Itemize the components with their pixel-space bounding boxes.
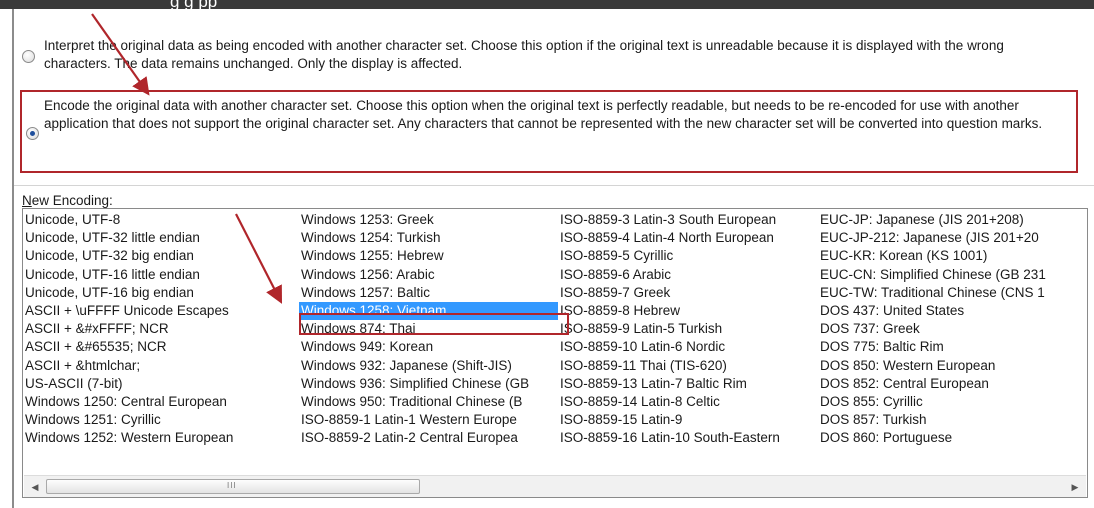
scroll-right-icon[interactable]: ▶: [1068, 480, 1082, 494]
encoding-option[interactable]: DOS 775: Baltic Rim: [818, 338, 1087, 356]
encoding-option[interactable]: DOS 850: Western European: [818, 357, 1087, 375]
encoding-option[interactable]: Unicode, UTF-32 little endian: [23, 229, 299, 247]
encoding-column-4: EUC-JP: Japanese (JIS 201+208) EUC-JP-212…: [818, 211, 1087, 447]
encoding-option[interactable]: ISO-8859-15 Latin-9: [558, 411, 818, 429]
encoding-option[interactable]: Windows 874: Thai: [299, 320, 558, 338]
encode-radio[interactable]: [26, 127, 39, 140]
interpret-radio[interactable]: [22, 50, 35, 63]
window-title: g g pp: [170, 0, 217, 9]
encoding-dialog: Interpret the original data as being enc…: [12, 9, 1094, 508]
encoding-option[interactable]: ISO-8859-3 Latin-3 South European: [558, 211, 818, 229]
encoding-option[interactable]: EUC-TW: Traditional Chinese (CNS 1: [818, 284, 1087, 302]
encoding-option[interactable]: ISO-8859-7 Greek: [558, 284, 818, 302]
new-encoding-label: New Encoding:: [22, 193, 113, 208]
encoding-option[interactable]: ISO-8859-11 Thai (TIS-620): [558, 357, 818, 375]
encode-option-label[interactable]: Encode the original data with another ch…: [44, 97, 1080, 133]
encoding-option[interactable]: DOS 855: Cyrillic: [818, 393, 1087, 411]
encoding-option[interactable]: ASCII + \uFFFF Unicode Escapes: [23, 302, 299, 320]
new-encoding-label-text: ew Encoding:: [31, 193, 113, 208]
encoding-option[interactable]: ISO-8859-1 Latin-1 Western Europe: [299, 411, 558, 429]
encoding-column-3: ISO-8859-3 Latin-3 South European ISO-885…: [558, 211, 818, 447]
encoding-column-2: Windows 1253: Greek Windows 1254: Turkish…: [299, 211, 558, 447]
encoding-option[interactable]: DOS 737: Greek: [818, 320, 1087, 338]
encoding-option[interactable]: DOS 860: Portuguese: [818, 429, 1087, 447]
scrollbar-grip-icon: III: [227, 481, 237, 490]
encoding-option[interactable]: DOS 852: Central European: [818, 375, 1087, 393]
encoding-option[interactable]: ISO-8859-2 Latin-2 Central Europea: [299, 429, 558, 447]
encoding-option[interactable]: Windows 936: Simplified Chinese (GB: [299, 375, 558, 393]
encoding-option[interactable]: Unicode, UTF-32 big endian: [23, 247, 299, 265]
interpret-option[interactable]: Interpret the original data as being enc…: [22, 35, 1088, 75]
encoding-option[interactable]: ASCII + &htmlchar;: [23, 357, 299, 375]
encoding-option[interactable]: ISO-8859-5 Cyrillic: [558, 247, 818, 265]
encoding-option[interactable]: Windows 950: Traditional Chinese (B: [299, 393, 558, 411]
encoding-option[interactable]: DOS 437: United States: [818, 302, 1087, 320]
encoding-option[interactable]: Windows 932: Japanese (Shift-JIS): [299, 357, 558, 375]
encoding-option[interactable]: Windows 1258: Vietnam: [299, 301, 558, 321]
encoding-option[interactable]: EUC-JP-212: Japanese (JIS 201+20: [818, 229, 1087, 247]
encoding-option[interactable]: Windows 1257: Baltic: [299, 284, 558, 302]
encoding-option[interactable]: ISO-8859-4 Latin-4 North European: [558, 229, 818, 247]
encoding-option[interactable]: ISO-8859-10 Latin-6 Nordic: [558, 338, 818, 356]
encoding-option[interactable]: EUC-KR: Korean (KS 1001): [818, 247, 1087, 265]
encoding-option[interactable]: ISO-8859-6 Arabic: [558, 266, 818, 284]
encoding-option[interactable]: ISO-8859-16 Latin-10 South-Eastern: [558, 429, 818, 447]
encoding-option[interactable]: Unicode, UTF-8: [23, 211, 299, 229]
divider: [14, 185, 1094, 186]
encoding-option[interactable]: Windows 1253: Greek: [299, 211, 558, 229]
encoding-option[interactable]: ISO-8859-8 Hebrew: [558, 302, 818, 320]
encoding-option[interactable]: EUC-CN: Simplified Chinese (GB 231: [818, 266, 1087, 284]
encoding-option[interactable]: Windows 1251: Cyrillic: [23, 411, 299, 429]
horizontal-scrollbar[interactable]: ◀ III ▶: [24, 475, 1086, 497]
encoding-option[interactable]: US-ASCII (7-bit): [23, 375, 299, 393]
encoding-option[interactable]: Windows 1255: Hebrew: [299, 247, 558, 265]
encoding-option[interactable]: Windows 1254: Turkish: [299, 229, 558, 247]
encoding-option[interactable]: Unicode, UTF-16 little endian: [23, 266, 299, 284]
encoding-option[interactable]: Windows 949: Korean: [299, 338, 558, 356]
interpret-option-label[interactable]: Interpret the original data as being enc…: [44, 37, 1074, 73]
encoding-option[interactable]: ISO-8859-14 Latin-8 Celtic: [558, 393, 818, 411]
encoding-listbox[interactable]: Unicode, UTF-8 Unicode, UTF-32 little end…: [22, 208, 1088, 498]
window-title-strip: g g pp: [0, 0, 1094, 9]
encoding-option[interactable]: Unicode, UTF-16 big endian: [23, 284, 299, 302]
encoding-option[interactable]: Windows 1256: Arabic: [299, 266, 558, 284]
encoding-option[interactable]: ISO-8859-13 Latin-7 Baltic Rim: [558, 375, 818, 393]
encode-option[interactable]: Encode the original data with another ch…: [20, 90, 1078, 173]
new-encoding-accel: N: [22, 193, 32, 208]
encoding-option[interactable]: EUC-JP: Japanese (JIS 201+208): [818, 211, 1087, 229]
encoding-option[interactable]: DOS 857: Turkish: [818, 411, 1087, 429]
encoding-option[interactable]: Windows 1252: Western European: [23, 429, 299, 447]
scroll-left-icon[interactable]: ◀: [28, 480, 42, 494]
encoding-option[interactable]: ASCII + &#xFFFF; NCR: [23, 320, 299, 338]
scrollbar-thumb[interactable]: III: [46, 479, 420, 494]
encoding-option[interactable]: ASCII + &#65535; NCR: [23, 338, 299, 356]
encoding-option[interactable]: ISO-8859-9 Latin-5 Turkish: [558, 320, 818, 338]
encoding-column-1: Unicode, UTF-8 Unicode, UTF-32 little end…: [23, 211, 299, 447]
encoding-option[interactable]: Windows 1250: Central European: [23, 393, 299, 411]
